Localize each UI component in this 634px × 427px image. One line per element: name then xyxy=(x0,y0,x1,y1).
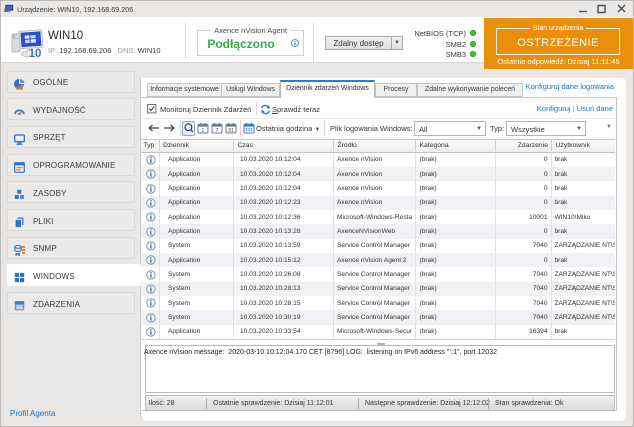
svg-text:7: 7 xyxy=(216,128,219,134)
svg-text:10: 10 xyxy=(29,48,42,59)
svg-text:31: 31 xyxy=(228,128,234,134)
svg-text:1: 1 xyxy=(202,128,205,134)
